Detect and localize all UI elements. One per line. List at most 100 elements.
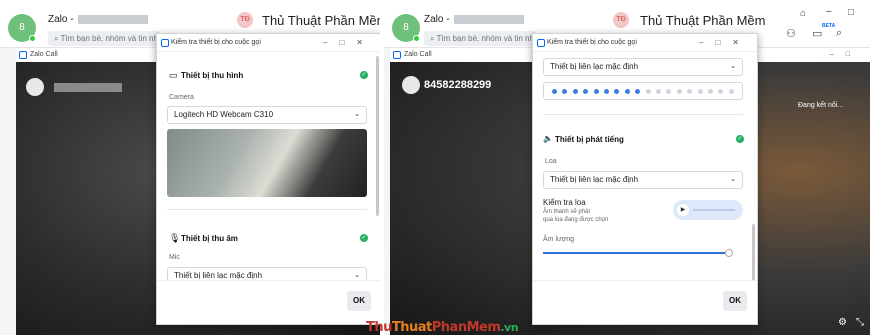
mic-level-dot [687,89,693,94]
collapse-icon[interactable]: ⤡ [856,317,864,328]
camera-preview [167,129,367,197]
camera-select-value: Logitech HD Webcam C310 [174,110,274,119]
watermark-part4: .vn [500,321,519,334]
app-title-text: Zalo - [48,14,74,25]
dialog-title: Kiểm tra thiết bị cho cuộc gọi [171,39,261,46]
mic-level-dot [583,89,589,94]
video-call-icon[interactable]: ▭ [812,27,822,40]
speaker-label: Loa [545,158,557,165]
mic-level-dot [645,89,651,94]
dialog-footer: OK [157,280,381,324]
online-status-dot [29,35,36,42]
window-controls[interactable]: –□✕ [699,34,751,52]
search-input[interactable]: ⌕ Tìm bạn bè, nhóm và tin nhắn [424,31,536,46]
volume-track [543,252,730,254]
minimize-icon[interactable]: – [826,6,832,17]
check-icon: ✓ [736,135,744,143]
zalo-logo-icon [393,51,401,59]
microphone-icon: 🎙 [169,233,181,243]
app-title: Zalo - [424,14,524,25]
app-title-text: Zalo - [424,14,450,25]
scrollbar[interactable] [752,224,755,284]
mic-select-value: Thiết bị liên lạc mặc định [550,62,639,71]
speaker-section-title: Thiết bị phát tiếng [555,135,624,144]
speaker-select[interactable]: Thiết bị liên lạc mặc định ⌄ [543,171,743,189]
dialog-titlebar: Kiểm tra thiết bị cho cuộc gọi –□✕ [533,34,757,52]
blurred-peer-name [54,83,122,92]
mic-level-dot [552,89,557,94]
add-member-icon[interactable]: ⚇ [786,27,796,40]
zalo-logo-icon [19,51,27,59]
mic-level-dot [593,89,599,94]
zalo-logo-icon [161,39,169,47]
camera-label: Camera [169,94,194,101]
maximize-icon[interactable]: □ [848,7,854,18]
mic-level-dot [666,89,672,94]
lock-icon[interactable]: ⌂ [800,8,806,19]
blurred-name [453,14,524,24]
volume-label: Âm lượng [543,236,575,243]
mic-level-dot [708,89,713,94]
check-icon: ✓ [360,71,368,79]
mic-level-meter [543,82,743,100]
dialog-title: Kiểm tra thiết bị cho cuộc gọi [547,39,637,46]
speaker-test-player[interactable]: ▶ [673,200,743,220]
mic-level-dot [562,89,568,94]
search-input[interactable]: ⌕ Tìm bạn bè, nhóm và tin nhắn [48,31,160,46]
contact-avatar[interactable]: TĐ [613,12,629,28]
watermark-part3: PhanMem [431,320,501,335]
dialog-footer: OK [533,280,757,324]
mic-level-dot [614,89,620,94]
mic-select-value: Thiết bị liên lạc mặc định [174,271,263,280]
chevron-down-icon: ⌄ [730,176,736,183]
volume-slider-knob[interactable] [725,249,734,257]
mic-level-dot [676,89,682,94]
speaker-icon: 🔈 [543,134,553,143]
blurred-name [77,14,148,24]
watermark-part2: Thuat [391,320,432,335]
contact-name: Thủ Thuật Phần Mềm [262,13,388,28]
window-controls[interactable]: –□✕ [323,34,375,52]
device-check-dialog: Kiểm tra thiết bị cho cuộc gọi –□✕ Thiết… [532,33,758,325]
peer-avatar [402,76,420,94]
dialog-titlebar: Kiểm tra thiết bị cho cuộc gọi –□✕ [157,34,381,52]
speaker-test-desc-2: qua loa đang được chọn [543,217,609,223]
watermark-part1: Thu [366,320,392,335]
peer-avatar [26,78,44,96]
peer-number: 84582288299 [424,79,492,91]
speaker-test-desc-1: Âm thanh sẽ phát [543,209,591,215]
mic-level-dot [604,89,609,94]
divider [543,114,743,115]
divider [167,209,367,210]
search-icon[interactable]: ⌕ [836,27,842,40]
online-status-dot [413,35,420,42]
call-window-title: Zalo Call [404,51,432,58]
left-screenshot-pane: 8 Zalo - ⌕ Tìm bạn bè, nhóm và tin nhắn … [0,0,432,335]
speaker-select-value: Thiết bị liên lạc mặc định [550,175,639,184]
settings-icon[interactable]: ⚙ [838,317,847,328]
mic-select[interactable]: Thiết bị liên lạc mặc định ⌄ [543,58,743,76]
mic-level-dot [572,89,578,94]
ok-button[interactable]: OK [347,291,371,311]
chevron-down-icon: ⌄ [354,111,360,118]
scrollbar[interactable] [376,56,379,216]
window-controls[interactable]: –□ [830,48,862,62]
connecting-status: Đang kết nối... [798,102,844,109]
mic-level-dot [718,89,724,94]
mic-level-dot [635,89,641,94]
device-check-dialog: Kiểm tra thiết bị cho cuộc gọi –□✕ ▭ Thi… [156,33,382,325]
call-window-title: Zalo Call [30,51,58,58]
app-title: Zalo - [48,14,148,25]
mic-level-dot [697,89,703,94]
play-icon[interactable]: ▶ [677,204,689,216]
camera-icon: ▭ [169,70,178,80]
contact-name: Thủ Thuật Phần Mềm [640,13,766,28]
ok-button[interactable]: OK [723,291,747,311]
watermark: ThuThuatPhanMem.vn [366,320,519,335]
check-icon: ✓ [360,234,368,242]
contact-avatar[interactable]: TĐ [237,12,253,28]
chevron-down-icon: ⌄ [730,63,736,70]
camera-select[interactable]: Logitech HD Webcam C310 ⌄ [167,106,367,124]
mic-section-title: Thiết bị thu âm [181,234,238,243]
search-placeholder: Tìm bạn bè, nhóm và tin nhắn [436,34,536,43]
